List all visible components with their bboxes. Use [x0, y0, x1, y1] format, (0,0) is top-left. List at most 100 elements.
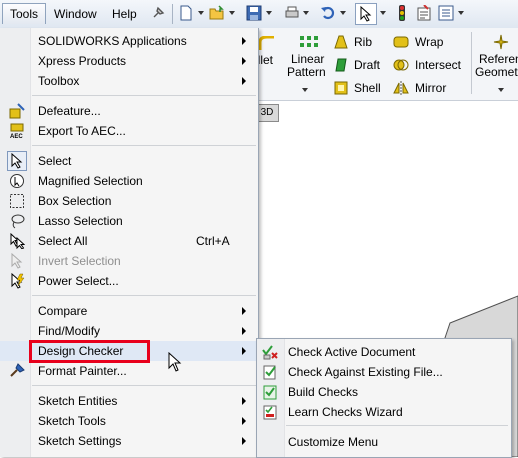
menu-item-lasso-selection[interactable]: Lasso Selection: [0, 211, 258, 231]
submenu-item-check-against-existing-file[interactable]: Check Against Existing File...: [257, 362, 511, 382]
print-dropdown-icon[interactable]: [303, 11, 309, 15]
menu-tools[interactable]: Tools: [2, 3, 47, 24]
menu-item-label: Sketch Settings: [38, 434, 122, 448]
submenu-arrow-icon: [242, 37, 246, 45]
linear-pattern-dropdown-icon[interactable]: [302, 88, 308, 92]
options-dropdown-icon[interactable]: [458, 11, 464, 15]
rib-label[interactable]: Rib: [354, 35, 372, 49]
menu-item-power-select[interactable]: Power Select...: [0, 271, 258, 291]
linear-pattern-label-line2[interactable]: Pattern: [287, 65, 326, 79]
intersect-icon[interactable]: [393, 57, 409, 73]
submenu-item-check-active-document[interactable]: Check Active Document: [257, 342, 511, 362]
reference-geometry-dropdown-icon[interactable]: [498, 88, 504, 92]
menu-item-label: Box Selection: [38, 194, 112, 208]
submenu-arrow-icon: [242, 327, 246, 335]
menu-item-compare[interactable]: Compare: [0, 301, 258, 321]
power-select-icon: [11, 273, 25, 289]
menu-item-label: Export To AEC...: [38, 124, 126, 138]
pointer-icon: [360, 6, 372, 22]
menu-item-export-to-aec[interactable]: AEC Export To AEC...: [0, 121, 258, 141]
save-icon[interactable]: [246, 5, 262, 21]
menu-separator: [32, 295, 256, 296]
menu-item-sketch-entities[interactable]: Sketch Entities: [0, 391, 258, 411]
undo-dropdown-icon[interactable]: [340, 11, 346, 15]
annotation-highlight-box: [29, 340, 150, 363]
new-dropdown-icon[interactable]: [198, 11, 204, 15]
menu-item-select-all[interactable]: Select All Ctrl+A: [0, 231, 258, 251]
menu-item-label: Compare: [38, 304, 88, 318]
submenu-arrow-icon: [242, 57, 246, 65]
menu-item-label: Find/Modify: [38, 324, 101, 338]
mirror-icon[interactable]: [393, 80, 409, 96]
box-selection-icon: [10, 194, 24, 208]
reference-geometry-label-line2[interactable]: Geomet: [475, 65, 518, 79]
mirror-label[interactable]: Mirror: [415, 81, 446, 95]
intersect-label[interactable]: Intersect: [415, 58, 461, 72]
menu-item-label: Lasso Selection: [38, 214, 123, 228]
menu-item-invert-selection[interactable]: Invert Selection: [0, 251, 258, 271]
ribbon-divider: [471, 32, 472, 94]
submenu-item-label: Check Against Existing File...: [288, 365, 443, 379]
aec-icon: AEC: [10, 123, 24, 139]
invert-selection-icon: [11, 253, 23, 269]
submenu-item-learn-checks-wizard[interactable]: Learn Checks Wizard: [257, 402, 511, 422]
mouse-cursor-icon: [168, 352, 182, 372]
menu-item-label: Toolbox: [38, 74, 80, 88]
submenu-item-label: Check Active Document: [288, 345, 416, 359]
menu-item-box-selection[interactable]: Box Selection: [0, 191, 258, 211]
menu-item-label: Defeature...: [38, 104, 101, 118]
file-properties-icon[interactable]: [416, 5, 432, 21]
menu-item-defeature[interactable]: Defeature...: [0, 101, 258, 121]
submenu-arrow-icon: [242, 417, 246, 425]
menu-item-sketch-tools[interactable]: Sketch Tools: [0, 411, 258, 431]
format-painter-icon: [10, 363, 25, 377]
menu-item-find-modify[interactable]: Find/Modify: [0, 321, 258, 341]
submenu-separator: [286, 425, 508, 426]
fillet-icon[interactable]: [259, 36, 275, 52]
menu-item-xpress-products[interactable]: Xpress Products: [0, 51, 258, 71]
rebuild-traffic-light-icon[interactable]: [394, 5, 410, 21]
menu-item-magnified-selection[interactable]: Magnified Selection: [0, 171, 258, 191]
select-all-icon: [10, 233, 25, 249]
select-dropdown-icon[interactable]: [380, 11, 386, 15]
submenu-item-customize-menu[interactable]: Customize Menu: [257, 432, 511, 452]
menu-window[interactable]: Window: [48, 5, 103, 23]
shell-icon[interactable]: [333, 80, 349, 96]
design-checker-submenu: Check Active Document Check Against Exis…: [256, 338, 512, 458]
menu-item-sketch-settings[interactable]: Sketch Settings: [0, 431, 258, 451]
draft-icon[interactable]: [333, 57, 349, 73]
pin-icon[interactable]: [150, 5, 166, 21]
open-folder-icon[interactable]: [209, 5, 225, 21]
draft-label[interactable]: Draft: [354, 58, 380, 72]
menu-separator: [32, 145, 256, 146]
save-dropdown-icon[interactable]: [266, 11, 272, 15]
options-list-icon[interactable]: [438, 5, 454, 21]
submenu-item-label: Build Checks: [288, 385, 359, 399]
menu-item-label: SOLIDWORKS Applications: [38, 34, 187, 48]
submenu-item-label: Learn Checks Wizard: [288, 405, 403, 419]
linear-pattern-label-line1[interactable]: Linear: [291, 52, 324, 66]
menu-item-solidworks-applications[interactable]: SOLIDWORKS Applications: [0, 31, 258, 51]
wrap-icon[interactable]: [393, 34, 409, 50]
shell-label[interactable]: Shell: [354, 81, 381, 95]
new-document-icon[interactable]: [178, 5, 194, 21]
menu-item-format-painter[interactable]: Format Painter...: [0, 361, 258, 381]
menu-bar: Tools Window Help: [0, 0, 518, 29]
menu-help[interactable]: Help: [106, 5, 143, 23]
open-dropdown-icon[interactable]: [229, 11, 235, 15]
menu-item-label: Power Select...: [38, 274, 119, 288]
menu-item-select[interactable]: Select: [0, 151, 258, 171]
linear-pattern-icon[interactable]: [299, 34, 319, 50]
undo-icon[interactable]: [320, 5, 336, 21]
submenu-arrow-icon: [242, 307, 246, 315]
print-icon[interactable]: [284, 5, 300, 21]
reference-geometry-label-line1[interactable]: Referen: [479, 52, 518, 66]
select-tool-button[interactable]: [355, 3, 377, 25]
menu-item-shortcut: Ctrl+A: [196, 234, 230, 248]
reference-geometry-icon[interactable]: [493, 34, 509, 50]
rib-icon[interactable]: [333, 34, 349, 50]
menu-item-toolbox[interactable]: Toolbox: [0, 71, 258, 91]
submenu-item-build-checks[interactable]: Build Checks: [257, 382, 511, 402]
wrap-label[interactable]: Wrap: [415, 35, 443, 49]
submenu-arrow-icon: [242, 347, 246, 355]
